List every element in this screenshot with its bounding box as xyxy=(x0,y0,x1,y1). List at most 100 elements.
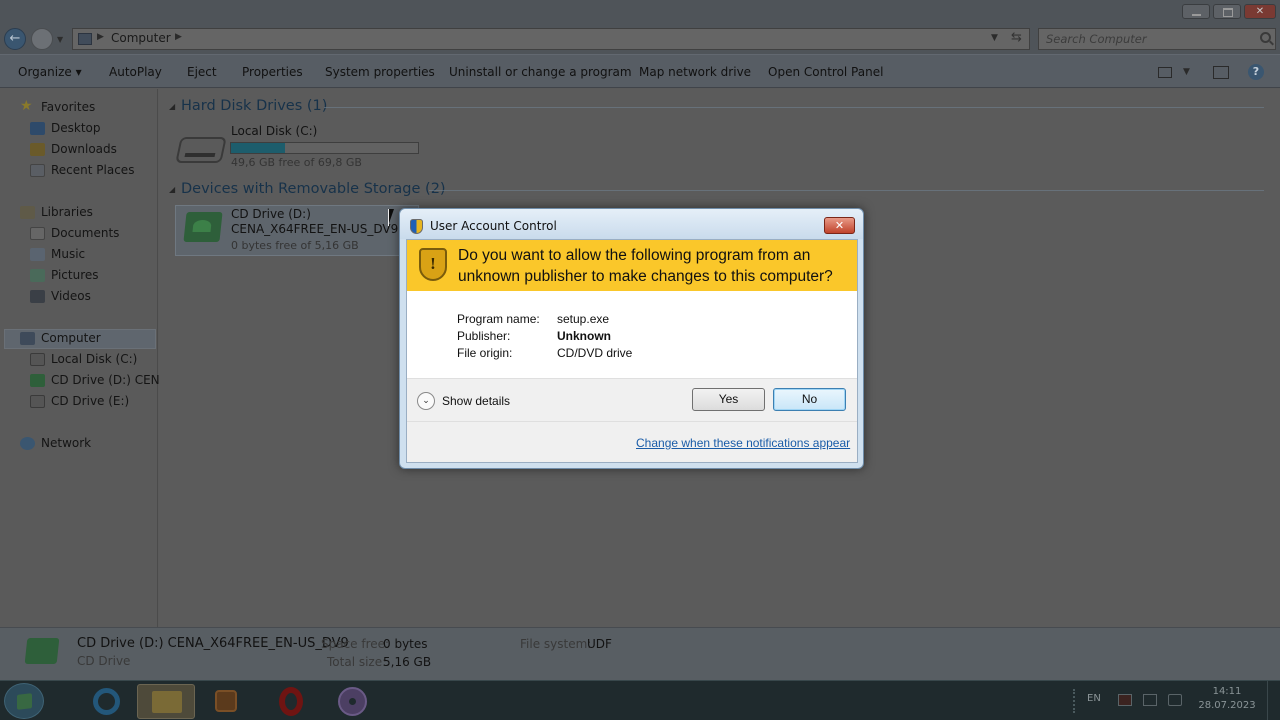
address-bar[interactable]: ▶ Computer ▶ ▼ ⇆ xyxy=(72,28,1030,50)
uac-warning-header: ! Do you want to allow the following pro… xyxy=(407,240,857,291)
breadcrumb-computer[interactable]: Computer xyxy=(111,31,171,45)
uac-title-bar: User Account Control ✕ xyxy=(400,209,863,239)
open-control-panel-button[interactable]: Open Control Panel xyxy=(768,65,883,79)
details-pane: CD Drive (D:) CENA_X64FREE_EN-US_DV9 CD … xyxy=(0,627,1280,680)
map-network-drive-button[interactable]: Map network drive xyxy=(639,65,751,79)
refresh-icon[interactable]: ⇆ xyxy=(1011,30,1022,45)
file-origin-value: CD/DVD drive xyxy=(557,346,633,360)
videos-icon xyxy=(30,290,45,303)
navigation-pane: ★ Favorites Desktop Downloads Recent Pla… xyxy=(0,89,174,627)
forward-button[interactable] xyxy=(31,28,53,50)
local-disk-free-space: 49,6 GB free of 69,8 GB xyxy=(231,156,362,169)
details-file-system-value: UDF xyxy=(587,637,612,651)
libraries-icon xyxy=(20,206,35,219)
media-player-taskbar-button[interactable] xyxy=(197,684,255,719)
back-button[interactable]: ← xyxy=(4,28,26,50)
breadcrumb-chevron-icon[interactable]: ▶ xyxy=(175,32,182,42)
network-tray-icon[interactable] xyxy=(1143,694,1157,706)
details-title: CD Drive (D:) CENA_X64FREE_EN-US_DV9 xyxy=(77,636,349,651)
breadcrumb-chevron-icon[interactable]: ▶ xyxy=(97,32,104,42)
eject-button[interactable]: Eject xyxy=(187,65,217,79)
uac-dialog: User Account Control ✕ ! Do you want to … xyxy=(399,208,864,469)
change-notifications-link[interactable]: Change when these notifications appear xyxy=(636,436,850,450)
show-details-button[interactable]: Show details xyxy=(442,394,510,408)
no-button[interactable]: No xyxy=(773,388,846,411)
uninstall-program-button[interactable]: Uninstall or change a program xyxy=(449,65,632,79)
cd-drive-icon xyxy=(30,395,45,408)
search-input[interactable]: Search Computer xyxy=(1038,28,1276,50)
details-space-free-label: Space free: xyxy=(321,637,390,651)
cd-drive-icon xyxy=(30,374,45,387)
publisher-label: Publisher: xyxy=(457,329,511,343)
program-name-label: Program name: xyxy=(457,312,540,326)
chevron-down-icon[interactable]: ⌄ xyxy=(417,392,435,410)
collapse-triangle-icon[interactable]: ◢ xyxy=(169,102,175,111)
action-center-flag-icon[interactable] xyxy=(1118,694,1132,706)
clock-date: 28.07.2023 xyxy=(1198,700,1256,711)
uac-question: Do you want to allow the following progr… xyxy=(458,247,833,285)
opera-taskbar-button[interactable] xyxy=(262,684,320,719)
details-space-free-value: 0 bytes xyxy=(383,637,428,651)
clock-time: 14:11 xyxy=(1212,686,1242,697)
internet-explorer-taskbar-button[interactable] xyxy=(77,684,135,719)
properties-button[interactable]: Properties xyxy=(242,65,303,79)
system-properties-button[interactable]: System properties xyxy=(325,65,435,79)
group-header-hard-disk-drives[interactable]: Hard Disk Drives (1) xyxy=(181,98,327,114)
hard-disk-icon xyxy=(30,353,45,366)
uac-footer-divider xyxy=(407,421,857,422)
media-player-icon xyxy=(215,690,237,712)
collapse-triangle-icon[interactable]: ◢ xyxy=(169,185,175,194)
local-disk-name[interactable]: Local Disk (C:) xyxy=(231,124,317,138)
desktop-icon xyxy=(30,122,45,135)
uac-footer: ⌄ Show details Yes No Change when these … xyxy=(407,378,857,462)
tray-grip xyxy=(1073,689,1077,713)
documents-icon xyxy=(30,227,45,240)
language-indicator[interactable]: EN xyxy=(1087,693,1101,704)
organize-button[interactable]: Organize ▾ xyxy=(18,65,82,79)
title-bar: ✕ xyxy=(0,0,1280,24)
help-icon[interactable]: ? xyxy=(1248,64,1264,80)
publisher-value: Unknown xyxy=(557,329,611,343)
file-origin-label: File origin: xyxy=(457,346,513,360)
search-icon[interactable] xyxy=(1260,32,1271,43)
cd-drive-icon xyxy=(183,212,223,242)
opera-icon xyxy=(279,687,303,716)
maximize-button[interactable] xyxy=(1213,4,1241,19)
details-total-size-value: 5,16 GB xyxy=(383,655,432,669)
yes-button[interactable]: Yes xyxy=(692,388,765,411)
volume-muted-icon[interactable] xyxy=(1168,694,1182,706)
downloads-folder-icon xyxy=(30,143,45,156)
windows-explorer-taskbar-button[interactable] xyxy=(137,684,195,719)
cd-drive-name[interactable]: CD Drive (D:) xyxy=(231,207,311,221)
group-header-removable-storage[interactable]: Devices with Removable Storage (2) xyxy=(181,181,446,197)
computer-icon xyxy=(20,332,35,345)
internet-explorer-icon xyxy=(93,688,120,715)
preview-pane-icon[interactable] xyxy=(1213,66,1229,79)
uac-shield-icon xyxy=(410,219,423,234)
computer-icon xyxy=(78,33,92,45)
disc-app-taskbar-button[interactable] xyxy=(322,684,380,719)
command-bar: Organize ▾ AutoPlay Eject Properties Sys… xyxy=(0,54,1280,88)
warning-shield-icon: ! xyxy=(419,248,447,281)
uac-title: User Account Control xyxy=(430,219,557,233)
show-desktop-button[interactable] xyxy=(1267,681,1280,720)
disc-icon xyxy=(338,687,367,716)
address-row: ← ▼ ▶ Computer ▶ ▼ ⇆ Search Computer xyxy=(0,24,1280,54)
address-dropdown-icon[interactable]: ▼ xyxy=(991,33,998,43)
start-button[interactable] xyxy=(4,683,44,719)
clock[interactable]: 14:11 28.07.2023 xyxy=(1198,685,1256,713)
hard-disk-icon xyxy=(175,137,227,163)
folder-icon xyxy=(152,691,182,713)
close-button[interactable]: ✕ xyxy=(1244,4,1276,19)
change-view-icon[interactable] xyxy=(1158,67,1172,78)
details-total-size-label: Total size: xyxy=(327,655,387,669)
autoplay-button[interactable]: AutoPlay xyxy=(109,65,162,79)
cd-drive-label: CENA_X64FREE_EN-US_DV9 xyxy=(231,222,399,236)
minimize-button[interactable] xyxy=(1182,4,1210,19)
network-icon xyxy=(20,437,35,450)
recent-pages-dropdown[interactable]: ▼ xyxy=(57,35,63,44)
disk-capacity-bar xyxy=(230,142,419,154)
disk-capacity-fill xyxy=(231,143,286,153)
view-options-dropdown-icon[interactable]: ▼ xyxy=(1183,67,1190,77)
uac-close-button[interactable]: ✕ xyxy=(824,217,855,234)
